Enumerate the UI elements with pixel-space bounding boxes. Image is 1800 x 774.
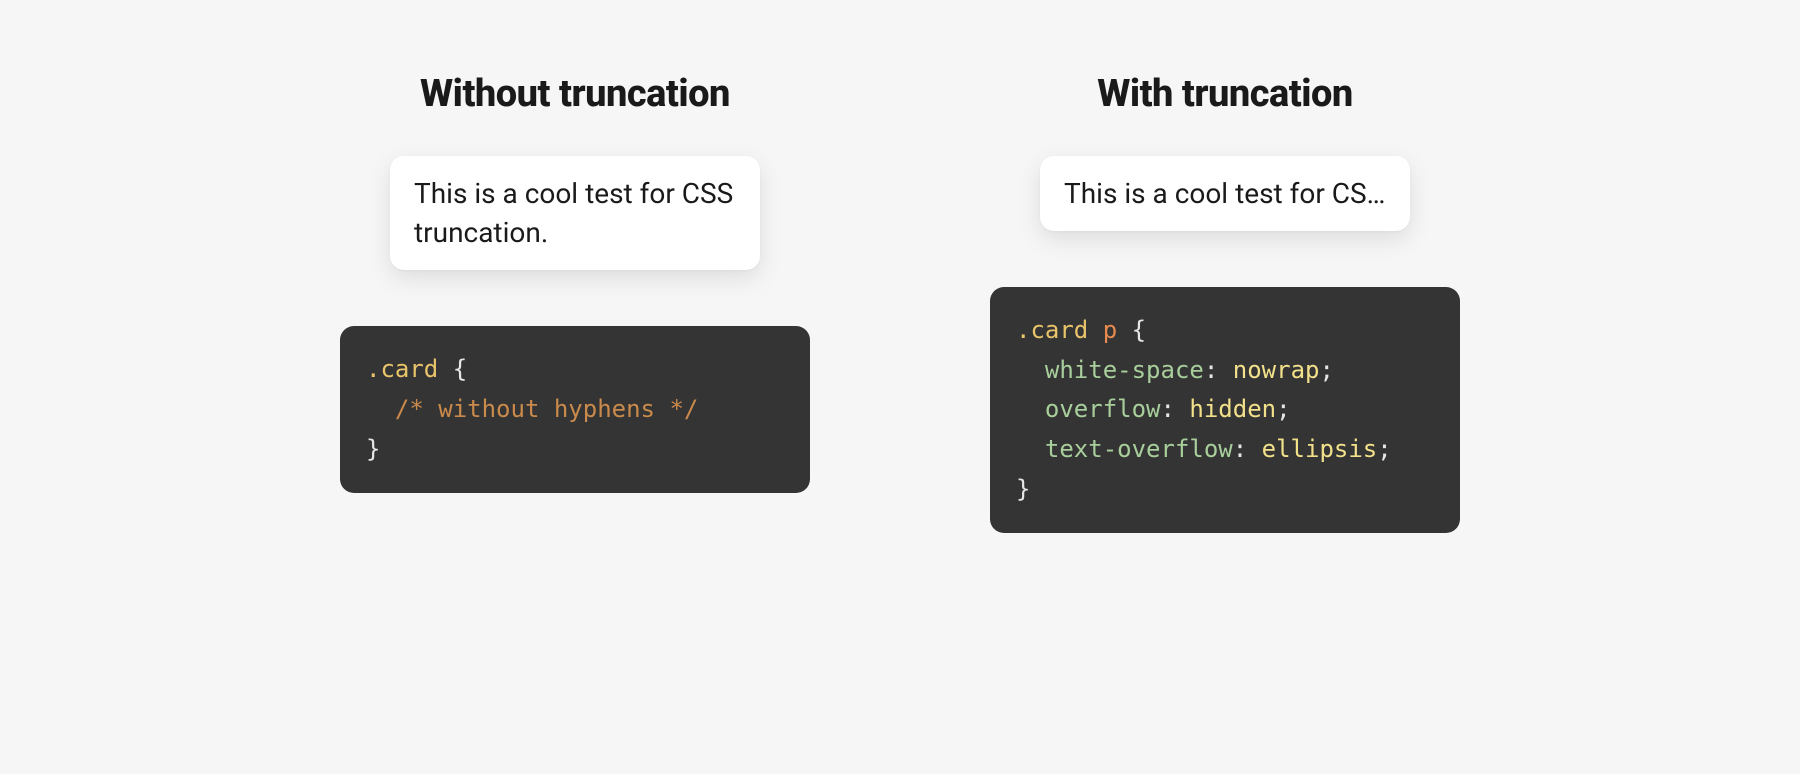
code-tag: p — [1103, 316, 1117, 344]
code-prop: white-space — [1045, 356, 1204, 384]
code-selector: .card — [366, 355, 438, 383]
heading-with-truncation: With truncation — [1097, 72, 1353, 116]
code-brace-open: { — [438, 355, 467, 383]
code-val: ellipsis — [1262, 435, 1378, 463]
column-without-truncation: Without truncation This is a cool test f… — [340, 72, 810, 533]
code-brace-close: } — [366, 435, 380, 463]
code-brace-close: } — [1016, 475, 1030, 503]
card-text: This is a cool test for CSS truncation. — [414, 174, 736, 252]
code-selector: .card — [1016, 316, 1088, 344]
comparison-wrapper: Without truncation This is a cool test f… — [0, 0, 1800, 533]
code-prop: overflow — [1045, 395, 1161, 423]
code-comment: /* without hyphens */ — [395, 395, 698, 423]
code-val: hidden — [1189, 395, 1276, 423]
code-prop: text-overflow — [1045, 435, 1233, 463]
code-val: nowrap — [1233, 356, 1320, 384]
example-card-with-truncation: This is a cool test for CSS truncation. — [1040, 156, 1410, 231]
column-with-truncation: With truncation This is a cool test for … — [990, 72, 1460, 533]
code-block-with-truncation: .card p { white-space: nowrap; overflow:… — [990, 287, 1460, 533]
code-block-without-truncation: .card { /* without hyphens */ } — [340, 326, 810, 493]
code-brace-open: { — [1117, 316, 1146, 344]
heading-without-truncation: Without truncation — [420, 72, 730, 116]
example-card-without-truncation: This is a cool test for CSS truncation. — [390, 156, 760, 270]
card-text: This is a cool test for CSS truncation. — [1064, 174, 1386, 213]
